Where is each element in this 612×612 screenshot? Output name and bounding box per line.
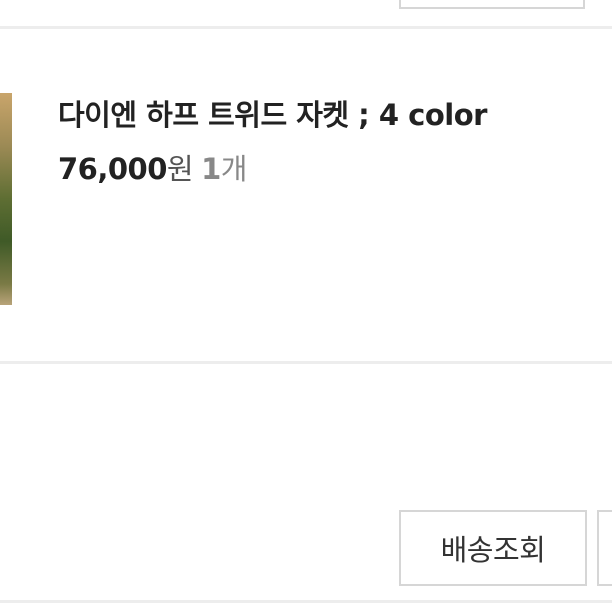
product-thumbnail[interactable] xyxy=(0,93,12,305)
section-divider xyxy=(0,600,612,603)
product-title[interactable]: 다이엔 하프 트위드 자켓 ; 4 color xyxy=(58,92,487,134)
price-unit: 원 xyxy=(166,152,194,186)
quantity-unit: 개 xyxy=(220,152,248,186)
section-divider xyxy=(0,26,612,29)
price-quantity-line: 76,000원 1개 xyxy=(58,146,247,188)
price-amount: 76,000 xyxy=(58,152,167,186)
next-action-button[interactable] xyxy=(597,510,612,586)
track-delivery-button[interactable]: 배송조회 xyxy=(399,510,587,586)
previous-item-action-button[interactable] xyxy=(399,0,585,9)
order-list-page: 다이엔 하프 트위드 자켓 ; 4 color 76,000원 1개 배송조회 xyxy=(0,0,612,612)
section-divider xyxy=(0,361,612,364)
quantity-number: 1 xyxy=(201,152,221,186)
